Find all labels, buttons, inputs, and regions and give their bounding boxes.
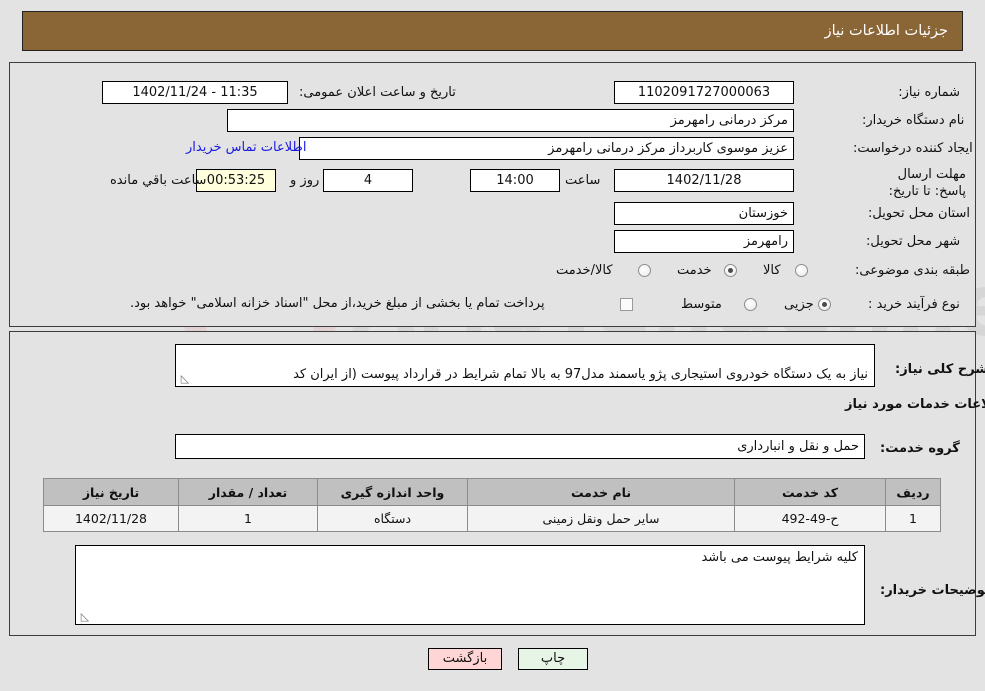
province-label: استان محل تحویل: bbox=[868, 206, 970, 221]
days-label: روز و bbox=[290, 173, 320, 188]
cell-unit: دستگاه bbox=[317, 505, 468, 532]
process-radio-jozi[interactable] bbox=[818, 298, 831, 311]
category-option-label-0: کالا bbox=[763, 263, 781, 278]
services-heading: اطلاعات خدمات مورد نیاز bbox=[845, 397, 985, 412]
table-col-unit: واحد اندازه گیری bbox=[317, 478, 468, 506]
deadline-date-value: 1402/11/28 bbox=[614, 169, 794, 192]
countdown-value: 00:53:25 bbox=[196, 169, 276, 192]
resize-handle-icon[interactable]: ◺ bbox=[79, 611, 91, 623]
hour-label: ساعت bbox=[565, 173, 601, 188]
cell-code: ح-49-492 bbox=[734, 505, 886, 532]
category-option-label-1: خدمت bbox=[677, 263, 712, 278]
buyer-notes-textarea[interactable]: کلیه شرایط پیوست می باشد ◺ bbox=[75, 545, 865, 625]
table-col-code: کد خدمت bbox=[734, 478, 886, 506]
table-col-name: نام خدمت bbox=[467, 478, 735, 506]
page-header-bar: جزئیات اطلاعات نیاز bbox=[22, 11, 963, 51]
announce-datetime-value: 11:35 - 1402/11/24 bbox=[102, 81, 288, 104]
buyer-notes-label: توضیحات خریدار: bbox=[880, 583, 985, 598]
buyer-notes-value: کلیه شرایط پیوست می باشد bbox=[701, 550, 858, 565]
page-root: AriaTender.net جزئیات اطلاعات نیاز شماره… bbox=[0, 0, 985, 691]
buyer-contact-link[interactable]: اطلاعات تماس خریدار bbox=[186, 140, 306, 155]
table-col-quantity: تعداد / مقدار bbox=[178, 478, 318, 506]
table-col-needdate: تاریخ نیاز bbox=[43, 478, 179, 506]
city-label: شهر محل تحویل: bbox=[866, 234, 961, 249]
description-value: نیاز به یک دستگاه خودروی استیجاری پژو یا… bbox=[293, 367, 868, 382]
category-radio-khedmat[interactable] bbox=[724, 264, 737, 277]
announce-datetime-label: تاریخ و ساعت اعلان عمومی: bbox=[299, 85, 456, 100]
process-option-label-0: جزیی bbox=[784, 297, 814, 312]
cell-name: سایر حمل ونقل زمینی bbox=[467, 505, 735, 532]
cell-radif: 1 bbox=[885, 505, 941, 532]
service-group-label: گروه خدمت: bbox=[880, 441, 960, 456]
creator-label: ایجاد کننده درخواست: bbox=[853, 141, 973, 156]
page-title: جزئیات اطلاعات نیاز bbox=[824, 23, 948, 39]
services-table: ردیف کد خدمت نام خدمت واحد اندازه گیری ت… bbox=[43, 478, 941, 532]
buyer-org-label: نام دستگاه خریدار: bbox=[862, 113, 965, 128]
description-textarea[interactable]: نیاز به یک دستگاه خودروی استیجاری پژو یا… bbox=[175, 344, 875, 387]
category-option-label-2: کالا/خدمت bbox=[556, 263, 613, 278]
need-number-label: شماره نیاز: bbox=[898, 85, 960, 100]
buyer-org-value: مرکز درمانی رامهرمز bbox=[227, 109, 794, 132]
cell-quantity: 1 bbox=[178, 505, 318, 532]
city-value: رامهرمز bbox=[614, 230, 794, 253]
countdown-label: ساعت باقي مانده bbox=[110, 173, 207, 188]
print-button[interactable]: چاپ bbox=[518, 648, 588, 670]
resize-handle-icon[interactable]: ◺ bbox=[179, 373, 191, 385]
process-label: نوع فرآیند خرید : bbox=[868, 297, 960, 312]
treasury-bonds-checkbox[interactable] bbox=[620, 298, 633, 311]
category-radio-kala-khedmat[interactable] bbox=[638, 264, 651, 277]
category-radio-kala[interactable] bbox=[795, 264, 808, 277]
category-label: طبقه بندی موضوعی: bbox=[855, 263, 971, 278]
deadline-time-value: 14:00 bbox=[470, 169, 560, 192]
days-remaining-value: 4 bbox=[323, 169, 413, 192]
treasury-bonds-note: پرداخت تمام یا بخشی از مبلغ خرید،از محل … bbox=[130, 296, 545, 311]
table-row: 1 ح-49-492 سایر حمل ونقل زمینی دستگاه 1 … bbox=[43, 505, 941, 532]
province-value: خوزستان bbox=[614, 202, 794, 225]
cell-needdate: 1402/11/28 bbox=[43, 505, 179, 532]
need-number-value: 1102091727000063 bbox=[614, 81, 794, 104]
deadline-label: مهلت ارسال پاسخ: تا تاریخ: bbox=[888, 167, 966, 199]
description-label: شرح کلی نیاز: bbox=[895, 362, 985, 377]
back-button[interactable]: بازگشت bbox=[428, 648, 502, 670]
process-radio-motavaset[interactable] bbox=[744, 298, 757, 311]
creator-value: عزیز موسوی کاربرداز مرکز درمانی رامهرمز bbox=[299, 137, 794, 160]
process-option-label-1: متوسط bbox=[681, 297, 722, 312]
table-col-radif: ردیف bbox=[885, 478, 941, 506]
table-header-row: ردیف کد خدمت نام خدمت واحد اندازه گیری ت… bbox=[43, 478, 941, 506]
service-group-value: حمل و نقل و انبارداری bbox=[175, 434, 865, 459]
